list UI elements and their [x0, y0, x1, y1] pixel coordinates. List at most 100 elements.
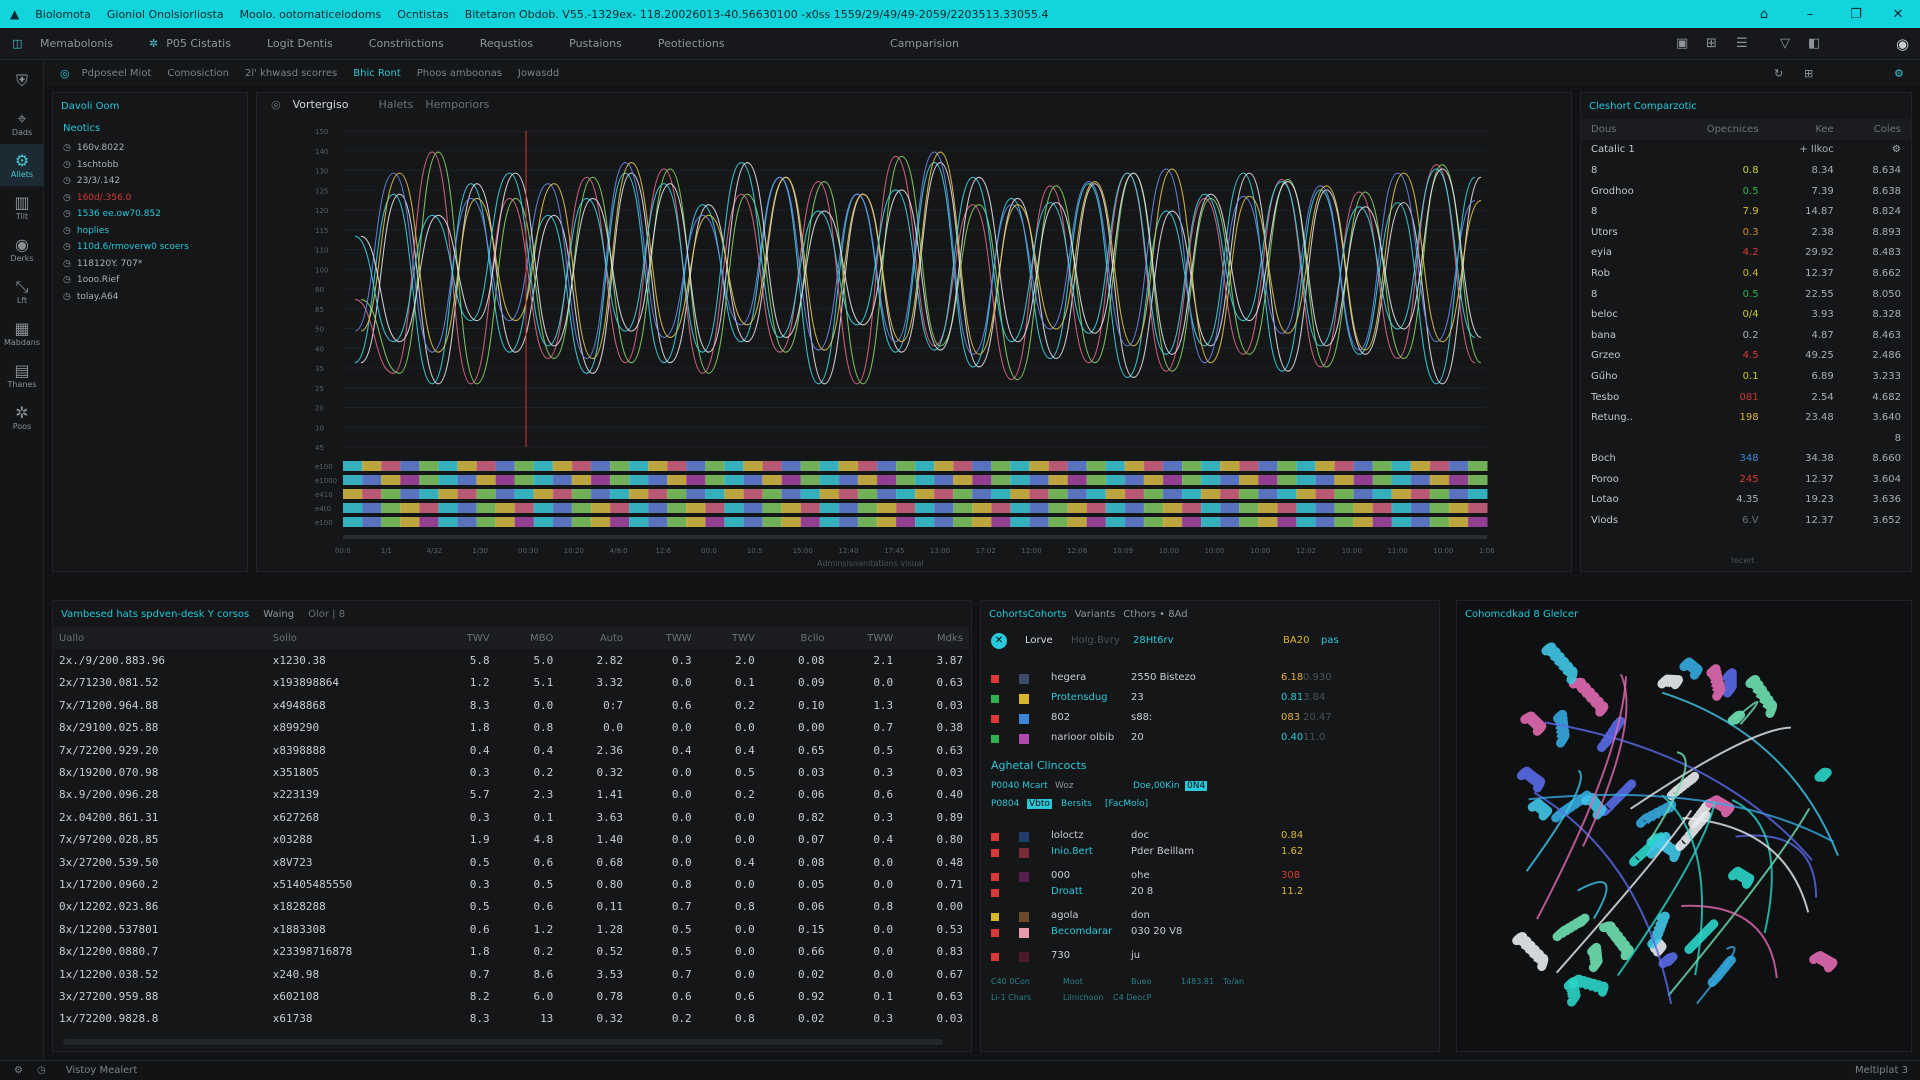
workspace-icon[interactable]: ◫: [12, 37, 30, 50]
rail-item-2[interactable]: ⚙ Allets: [0, 144, 44, 186]
camera-icon[interactable]: ▣: [1676, 36, 1688, 51]
menu-item-4[interactable]: Requstios: [480, 37, 533, 50]
refresh-icon[interactable]: ↻: [1774, 67, 1783, 80]
cohort-row[interactable]: Droatt 20 8 11.2: [991, 885, 1451, 901]
rail-item-0[interactable]: ⛨: [0, 60, 44, 102]
target-icon[interactable]: ◎: [60, 67, 70, 80]
notice-item[interactable]: ◷ 110d.6/rmoverw0 scoers: [63, 239, 237, 256]
comparison-row[interactable]: Rob 0.4 12.37 8.662: [1581, 263, 1911, 284]
status-gear-icon[interactable]: ⚙: [14, 1065, 23, 1076]
table-row[interactable]: 3x/27200.539.50 x8V723 0.5 0.6 0.68 0.0 0.4 0.0…: [53, 851, 969, 873]
timeline-scrollbar[interactable]: [343, 535, 1487, 539]
cohort-row[interactable]: loloctz doc 0.84: [991, 829, 1451, 845]
column-header[interactable]: Sollo: [266, 627, 433, 650]
notice-item[interactable]: ◷ 160v.8022: [63, 140, 237, 157]
cohort-row[interactable]: narioor olbib 20 0.40 11.0: [991, 731, 1451, 747]
protein-structure-view[interactable]: [1457, 627, 1913, 1047]
samples-tab[interactable]: Waing: [263, 609, 294, 620]
comparison-row[interactable]: 8 7.9 14.87 8.824: [1581, 201, 1911, 222]
rail-item-7[interactable]: ▤ Thanes: [0, 354, 44, 396]
comparison-row[interactable]: 8 0.5 22.55 8.050: [1581, 284, 1911, 305]
table-row[interactable]: 3x/27200.959.88 x602108 8.2 6.0 0.78 0.6 0.6 0.…: [53, 985, 969, 1007]
toolbar-item-0[interactable]: Pdposeel Miot: [82, 68, 152, 79]
comparison-row[interactable]: Grodhoo 0.5 7.39 8.638: [1581, 181, 1911, 202]
rail-item-5[interactable]: ⤡ Lft: [0, 270, 44, 312]
settings-icon[interactable]: ⚙: [1894, 67, 1904, 80]
table-row[interactable]: 7x/71200.964.88 x4948868 8.3 0.0 0:7 0.6 0.2 0.…: [53, 694, 969, 716]
cohort-row[interactable]: 802 s88: 083 20.47: [991, 711, 1451, 727]
user-avatar-icon[interactable]: ◉: [1896, 35, 1909, 53]
toolbar-item-3[interactable]: Bhic Ront: [353, 68, 401, 79]
notice-item[interactable]: ◷ tolay.A64: [63, 289, 237, 306]
clinical-s1[interactable]: P0040 Mcart: [991, 781, 1048, 791]
home-icon[interactable]: ⌂: [1742, 0, 1786, 28]
toolbar-item-1[interactable]: Comosiction: [167, 68, 229, 79]
comparison-row[interactable]: 8 0.8 8.34 8.634: [1581, 160, 1911, 181]
cohort-row[interactable]: 000 ohe 308: [991, 869, 1451, 885]
cohort-row[interactable]: Protensdug 23 0.81 3.84: [991, 691, 1451, 707]
table-row[interactable]: 1x/17200.0960.2 x51405485550 0.3 0.5 0.80 0.8…: [53, 873, 969, 895]
notice-item[interactable]: ◷ 1536 ee.ow70.852: [63, 206, 237, 223]
cohort-row[interactable]: 730 ju: [991, 949, 1451, 965]
table-row[interactable]: 2x.04200.861.31 x627268 0.3 0.1 3.63 0.0 0.0 0.…: [53, 806, 969, 828]
comparison-row[interactable]: eyia 4.2 29.92 8.483: [1581, 243, 1911, 264]
column-header[interactable]: TWW: [830, 627, 900, 650]
column-header[interactable]: Bcllo: [760, 627, 831, 650]
comparison-row[interactable]: Poroo 245 12.37 3.604: [1581, 469, 1911, 490]
panel-icon[interactable]: ◧: [1808, 36, 1820, 51]
column-header[interactable]: TWV: [697, 627, 761, 650]
list-icon[interactable]: ☰: [1736, 36, 1748, 51]
table-row[interactable]: 8x.9/200.096.28 x223139 5.7 2.3 1.41 0.0 0.2 0.…: [53, 784, 969, 806]
table-row[interactable]: 2x./9/200.883.96 x1230.38 5.8 5.0 2.82 0.3 2.0…: [53, 649, 969, 671]
notice-item[interactable]: ◷ 160d/.356.0: [63, 190, 237, 207]
chart-record-icon[interactable]: ◎: [271, 98, 281, 111]
toolbar-item-2[interactable]: 2l' khwasd scorres: [245, 68, 337, 79]
menu-item-5[interactable]: Pustaions: [569, 37, 622, 50]
comparison-row[interactable]: Viods 6.V 12.37 3.652: [1581, 510, 1911, 531]
chart-tab-active[interactable]: Vortergiso: [293, 98, 349, 111]
comparison-row[interactable]: bana 0.2 4.87 8.463: [1581, 325, 1911, 346]
close-button[interactable]: ✕: [1876, 0, 1920, 28]
table-scrollbar[interactable]: [63, 1039, 943, 1045]
toolbar-item-4[interactable]: Phoos amboonas: [417, 68, 502, 79]
toolbar-item-5[interactable]: Jowasdd: [518, 68, 559, 79]
cohort-filter-select[interactable]: 28Ht6rv: [1133, 635, 1174, 646]
gear-icon[interactable]: ✲: [149, 37, 158, 50]
table-row[interactable]: 7x/97200.028.85 x03288 1.9 4.8 1.40 0.0 0.0 0.0…: [53, 829, 969, 851]
table-row[interactable]: 2x/71230.081.52 x193898864 1.2 5.1 3.32 0.0 0.…: [53, 672, 969, 694]
rail-item-3[interactable]: ▥ Tilt: [0, 186, 44, 228]
table-row[interactable]: 8x/12200.0880.7 x23398716878 1.8 0.2 0.52 0.5…: [53, 940, 969, 962]
close-circle-icon[interactable]: ✕: [991, 633, 1007, 649]
maximize-button[interactable]: ❐: [1834, 0, 1878, 28]
chart-head-0[interactable]: Halets: [378, 98, 413, 111]
menu-item-3[interactable]: Constriictions: [369, 37, 444, 50]
comparison-row[interactable]: Boch 348 34.38 8.660: [1581, 449, 1911, 470]
column-header[interactable]: Uallo: [53, 627, 267, 650]
rail-item-1[interactable]: ⌖ Dads: [0, 102, 44, 144]
cohort-filter-label[interactable]: Lorve: [1025, 635, 1053, 646]
chart-head-1[interactable]: Hemporiors: [425, 98, 489, 111]
cohort-row[interactable]: agola don: [991, 909, 1451, 925]
comparison-dropdown[interactable]: Camparision: [890, 37, 959, 50]
column-header[interactable]: MBO: [495, 627, 560, 650]
comparison-row[interactable]: Grzeo 4.5 49.25 2.486: [1581, 346, 1911, 367]
menu-item-2[interactable]: Logit Dentis: [267, 37, 333, 50]
table-row[interactable]: 1x/72200.9828.8 x61738 8.3 13 0.32 0.2 0.8 0.02…: [53, 1008, 969, 1030]
layout-icon[interactable]: ⊞: [1706, 36, 1717, 51]
column-header[interactable]: TWV: [432, 627, 496, 650]
notice-item[interactable]: ◷ 1ooo.Rief: [63, 272, 237, 289]
filter-icon[interactable]: ▽: [1780, 36, 1790, 51]
table-row[interactable]: 1x/12200.038.52 x240.98 0.7 8.6 3.53 0.7 0.0 0.…: [53, 963, 969, 985]
comparison-row[interactable]: Tesbo 081 2.54 4.682: [1581, 387, 1911, 408]
rail-item-8[interactable]: ✲ Poos: [0, 396, 44, 438]
comparison-row[interactable]: Retung.. 198 23.48 3.640: [1581, 407, 1911, 428]
comparison-row[interactable]: beloc 0/4 3.93 8.328: [1581, 304, 1911, 325]
rail-item-4[interactable]: ◉ Derks: [0, 228, 44, 270]
comparison-row[interactable]: Utors 0.3 2.38 8.893: [1581, 222, 1911, 243]
samples-filter[interactable]: Olor | 8: [308, 609, 345, 620]
waveform-chart[interactable]: 150 140 130 125 120 115 110 100 80 65 50 40 35 25 20 10…: [257, 117, 1573, 557]
grid-icon[interactable]: ⊞: [1804, 67, 1813, 80]
notice-item[interactable]: ◷ 1schtobb: [63, 157, 237, 174]
menu-item-1[interactable]: P05 Cistatis: [166, 37, 231, 50]
table-row[interactable]: 8x/19200.070.98 x351805 0.3 0.2 0.32 0.0 0.5 0.…: [53, 761, 969, 783]
